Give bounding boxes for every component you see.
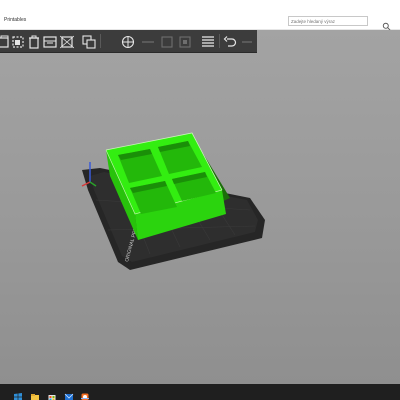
- search-input[interactable]: [288, 16, 368, 26]
- layers-icon[interactable]: [201, 34, 215, 48]
- toolbar-separator: [100, 34, 101, 48]
- paste-icon[interactable]: [160, 34, 174, 48]
- active-app-indicator: [81, 398, 89, 399]
- duplicate-icon[interactable]: [178, 34, 192, 48]
- redo-icon[interactable]: [240, 34, 254, 48]
- arrange-icon[interactable]: [11, 34, 25, 48]
- split-icon[interactable]: [59, 34, 75, 49]
- copy-icon[interactable]: [82, 34, 96, 49]
- delete-icon[interactable]: [27, 34, 41, 49]
- variable-layer-icon[interactable]: [121, 34, 135, 49]
- add-object-icon[interactable]: [0, 34, 10, 48]
- mail-icon[interactable]: [64, 387, 74, 400]
- file-explorer-icon[interactable]: [30, 387, 40, 400]
- scene-canvas[interactable]: ORIGINAL PRUSA MINI: [0, 30, 400, 384]
- 3d-viewport[interactable]: ORIGINAL PRUSA MINI: [0, 30, 400, 384]
- search-icon[interactable]: [382, 16, 391, 31]
- delete-all-icon[interactable]: [43, 34, 57, 48]
- plater-toolbar: [0, 30, 257, 53]
- undo-icon[interactable]: [223, 34, 237, 48]
- tab-title[interactable]: Printables: [4, 17, 26, 23]
- cut-icon[interactable]: [141, 34, 155, 48]
- store-icon[interactable]: [47, 387, 57, 400]
- taskbar: [0, 384, 400, 400]
- camera-icon[interactable]: [80, 387, 90, 400]
- toolbar-separator-2: [219, 34, 220, 48]
- start-icon[interactable]: [13, 387, 23, 400]
- browser-top-bar: Printables: [0, 0, 400, 31]
